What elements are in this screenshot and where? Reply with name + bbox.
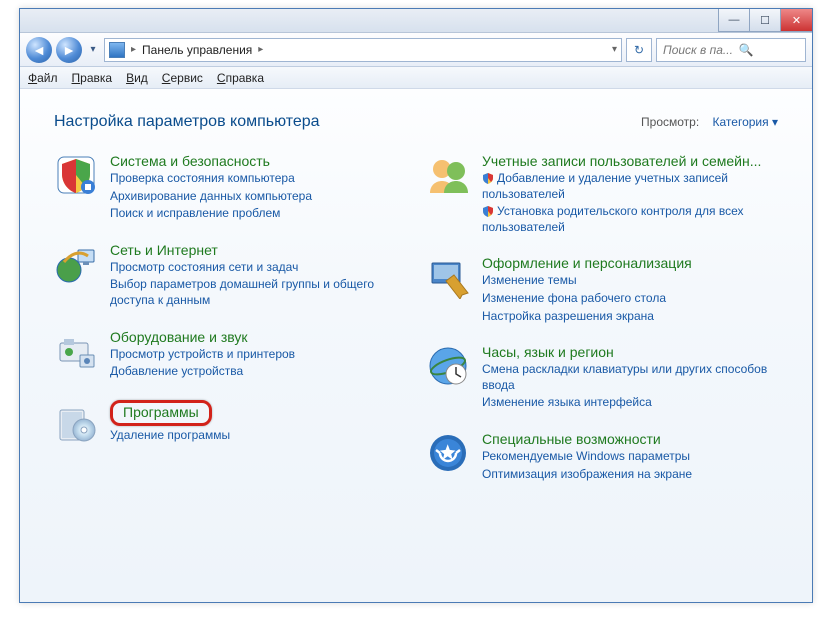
category-body: Учетные записи пользователей и семейн...… (482, 153, 778, 235)
category-item: Программы Удаление программы (54, 400, 406, 444)
clock-language-region-icon[interactable] (426, 344, 470, 388)
category-title[interactable]: Специальные возможности (482, 431, 692, 447)
menu-file[interactable]: Файл (28, 71, 58, 85)
category-link[interactable]: Оптимизация изображения на экране (482, 467, 692, 483)
minimize-button[interactable]: — (718, 9, 750, 32)
category-item: Часы, язык и регион Смена раскладки клави… (426, 344, 778, 411)
content-header: Настройка параметров компьютера Просмотр… (54, 113, 778, 131)
category-link[interactable]: Настройка разрешения экрана (482, 309, 692, 325)
ease-of-access-icon[interactable] (426, 431, 470, 475)
search-icon[interactable]: 🔍 (739, 43, 754, 57)
uac-shield-icon (482, 172, 494, 184)
hardware-sound-icon[interactable] (54, 329, 98, 373)
address-bar[interactable]: ▸ Панель управления ▸ ▾ (104, 38, 622, 62)
page-title: Настройка параметров компьютера (54, 113, 320, 131)
menu-edit[interactable]: Правка (72, 71, 113, 85)
titlebar: — ☐ ✕ (20, 9, 812, 33)
category-link[interactable]: Удаление программы (110, 428, 230, 444)
programs-icon[interactable] (54, 400, 98, 444)
nav-history-dropdown[interactable]: ▾ (86, 44, 100, 55)
view-by-dropdown[interactable]: Категория ▾ (713, 115, 778, 129)
category-title[interactable]: Система и безопасность (110, 153, 312, 169)
menu-help[interactable]: Справка (217, 71, 264, 85)
category-link[interactable]: Изменение языка интерфейса (482, 395, 778, 411)
category-item: Сеть и Интернет Просмотр состояния сети и… (54, 242, 406, 309)
category-body: Программы Удаление программы (110, 400, 230, 444)
category-link[interactable]: Рекомендуемые Windows параметры (482, 449, 692, 465)
category-body: Часы, язык и регион Смена раскладки клави… (482, 344, 778, 411)
menu-tools[interactable]: Сервис (162, 71, 203, 85)
category-item: Оборудование и звук Просмотр устройств и … (54, 329, 406, 380)
close-button[interactable]: ✕ (780, 9, 812, 32)
category-body: Оформление и персонализация Изменение тем… (482, 255, 692, 324)
category-link[interactable]: Смена раскладки клавиатуры или других сп… (482, 362, 778, 393)
category-item: Оформление и персонализация Изменение тем… (426, 255, 778, 324)
view-by-label: Просмотр: (641, 115, 699, 129)
category-title[interactable]: Сеть и Интернет (110, 242, 406, 258)
user-accounts-icon[interactable] (426, 153, 470, 197)
category-item: Система и безопасность Проверка состояния… (54, 153, 406, 222)
category-title[interactable]: Учетные записи пользователей и семейн... (482, 153, 778, 169)
category-body: Оборудование и звук Просмотр устройств и … (110, 329, 295, 380)
right-column: Учетные записи пользователей и семейн...… (426, 153, 778, 482)
category-link[interactable]: Изменение темы (482, 273, 692, 289)
breadcrumb-sep: ▸ (131, 44, 136, 55)
forward-button[interactable]: ► (56, 37, 82, 63)
maximize-button[interactable]: ☐ (749, 9, 781, 32)
menu-bar: Файл Правка Вид Сервис Справка (20, 67, 812, 89)
control-panel-window: — ☐ ✕ ◄ ► ▾ ▸ Панель управления ▸ ▾ ↻ По… (19, 8, 813, 603)
menu-view[interactable]: Вид (126, 71, 148, 85)
control-panel-icon (109, 42, 125, 58)
category-title[interactable]: Часы, язык и регион (482, 344, 778, 360)
search-input[interactable]: Поиск в па... 🔍 (656, 38, 806, 62)
category-link[interactable]: Выбор параметров домашней группы и общег… (110, 277, 406, 308)
back-button[interactable]: ◄ (26, 37, 52, 63)
category-item: Учетные записи пользователей и семейн...… (426, 153, 778, 235)
left-column: Система и безопасность Проверка состояния… (54, 153, 406, 482)
view-by: Просмотр: Категория ▾ (641, 115, 778, 129)
search-placeholder: Поиск в па... (663, 43, 733, 57)
breadcrumb-text[interactable]: Панель управления (142, 43, 252, 57)
address-dropdown[interactable]: ▾ (612, 44, 617, 55)
category-link[interactable]: Изменение фона рабочего стола (482, 291, 692, 307)
category-link[interactable]: Архивирование данных компьютера (110, 189, 312, 205)
category-body: Специальные возможности Рекомендуемые Win… (482, 431, 692, 482)
network-internet-icon[interactable] (54, 242, 98, 286)
category-body: Система и безопасность Проверка состояния… (110, 153, 312, 222)
category-item: Специальные возможности Рекомендуемые Win… (426, 431, 778, 482)
category-body: Сеть и Интернет Просмотр состояния сети и… (110, 242, 406, 309)
category-title[interactable]: Оборудование и звук (110, 329, 295, 345)
category-title-highlighted[interactable]: Программы (110, 400, 212, 426)
category-link[interactable]: Просмотр состояния сети и задач (110, 260, 406, 276)
category-link[interactable]: Проверка состояния компьютера (110, 171, 312, 187)
breadcrumb-sep[interactable]: ▸ (258, 44, 263, 55)
category-columns: Система и безопасность Проверка состояния… (54, 153, 778, 482)
uac-shield-icon (482, 205, 494, 217)
content-area: Настройка параметров компьютера Просмотр… (20, 89, 812, 602)
category-link[interactable]: Просмотр устройств и принтеров (110, 347, 295, 363)
category-title[interactable]: Оформление и персонализация (482, 255, 692, 271)
category-link[interactable]: Поиск и исправление проблем (110, 206, 312, 222)
nav-toolbar: ◄ ► ▾ ▸ Панель управления ▸ ▾ ↻ Поиск в … (20, 33, 812, 67)
system-security-icon[interactable] (54, 153, 98, 197)
category-link[interactable]: Добавление устройства (110, 364, 295, 380)
category-link[interactable]: Добавление и удаление учетных записей по… (482, 171, 778, 202)
category-link[interactable]: Установка родительского контроля для все… (482, 204, 778, 235)
refresh-button[interactable]: ↻ (626, 38, 652, 62)
appearance-icon[interactable] (426, 255, 470, 299)
